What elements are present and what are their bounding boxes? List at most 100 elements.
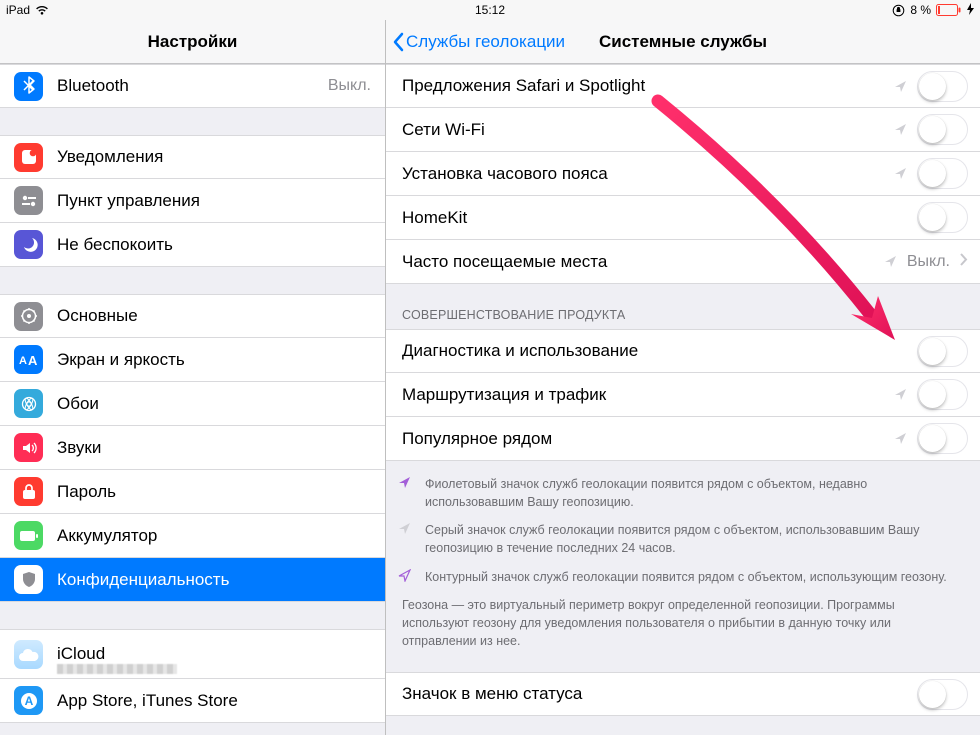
sidebar-item-label: Экран и яркость (57, 350, 371, 370)
settings-row[interactable]: Диагностика и использование (386, 329, 980, 373)
settings-row-label: Маршрутизация и трафик (402, 385, 894, 405)
passcode-icon (14, 477, 43, 506)
detail-scroll[interactable]: Предложения Safari и Spotlight Сети Wi-Fi… (386, 64, 980, 735)
settings-row[interactable]: Маршрутизация и трафик (386, 373, 980, 417)
location-arrow-icon (398, 569, 411, 586)
footer-bullet: Фиолетовый значок служб геолокации появи… (425, 475, 964, 511)
settings-row[interactable]: HomeKit (386, 196, 980, 240)
settings-row-label: Предложения Safari и Spotlight (402, 76, 894, 96)
sidebar-item-label: Bluetooth (57, 76, 320, 96)
settings-row-label: Установка часового пояса (402, 164, 894, 184)
settings-row-label: Сети Wi-Fi (402, 120, 894, 140)
footer-bullet: Серый значок служб геолокации появится р… (425, 521, 964, 557)
toggle-switch[interactable] (917, 423, 968, 454)
svg-text:A: A (24, 694, 33, 708)
sidebar-navbar: Настройки (0, 20, 385, 64)
status-bar: iPad 15:12 8 % (0, 0, 980, 20)
location-arrow-icon (398, 476, 411, 511)
general-icon (14, 302, 43, 331)
sidebar-item-label: App Store, iTunes Store (57, 691, 371, 711)
sidebar-item-label: Конфиденциальность (57, 570, 371, 590)
location-arrow-icon (894, 432, 907, 445)
sidebar-item-label: Уведомления (57, 147, 371, 167)
toggle-switch[interactable] (917, 202, 968, 233)
toggle-switch[interactable] (917, 158, 968, 189)
location-arrow-icon (398, 522, 411, 557)
settings-row[interactable]: Установка часового пояса (386, 152, 980, 196)
footer-text: Фиолетовый значок служб геолокации появи… (386, 461, 980, 650)
sidebar-item-label: Обои (57, 394, 371, 414)
appstore-icon: A (14, 686, 43, 715)
sidebar-item-label: Пункт управления (57, 191, 371, 211)
toggle-switch[interactable] (917, 336, 968, 367)
sidebar-item-appstore[interactable]: A App Store, iTunes Store (0, 679, 385, 723)
toggle-switch[interactable] (917, 679, 968, 710)
settings-row[interactable]: Популярное рядом (386, 417, 980, 461)
icloud-icon (14, 640, 43, 669)
sidebar-item-general[interactable]: Основные (0, 294, 385, 338)
display-icon: AA (14, 345, 43, 374)
control-center-icon (14, 186, 43, 215)
battery-percent: 8 % (910, 3, 931, 17)
sidebar-item-privacy[interactable]: Конфиденциальность (0, 558, 385, 602)
sidebar-item-display[interactable]: AA Экран и яркость (0, 338, 385, 382)
location-arrow-icon (894, 80, 907, 93)
orientation-lock-icon (892, 4, 905, 17)
notifications-icon (14, 143, 43, 172)
privacy-icon (14, 565, 43, 594)
sidebar-item-dnd[interactable]: Не беспокоить (0, 223, 385, 267)
back-label: Службы геолокации (406, 32, 565, 52)
sidebar-item-label: iCloud (57, 644, 371, 664)
sidebar-item-icloud[interactable]: iCloud (0, 629, 385, 679)
settings-row-label: Значок в меню статуса (402, 684, 917, 704)
sidebar-item-label: Не беспокоить (57, 235, 371, 255)
sounds-icon (14, 433, 43, 462)
sidebar-item-bluetooth[interactable]: BluetoothВыкл. (0, 64, 385, 108)
toggle-switch[interactable] (917, 114, 968, 145)
sidebar: Настройки BluetoothВыкл. Уведомления Пункт… (0, 20, 386, 735)
chevron-right-icon (960, 253, 968, 271)
svg-text:A: A (19, 355, 27, 367)
battery-icon (14, 521, 43, 550)
sidebar-title: Настройки (148, 32, 238, 52)
sidebar-item-battery[interactable]: Аккумулятор (0, 514, 385, 558)
sidebar-item-sounds[interactable]: Звуки (0, 426, 385, 470)
settings-row-label: Часто посещаемые места (402, 252, 884, 272)
location-arrow-icon (894, 388, 907, 401)
section-header-product-improvement: СОВЕРШЕНСТВОВАНИЕ ПРОДУКТА (386, 284, 980, 329)
location-arrow-icon (894, 167, 907, 180)
detail-navbar: Службы геолокации Системные службы (386, 20, 980, 64)
location-arrow-icon (894, 123, 907, 136)
settings-row-label: Диагностика и использование (402, 341, 917, 361)
settings-row[interactable]: Сети Wi-Fi (386, 108, 980, 152)
settings-row-value: Выкл. (907, 253, 950, 271)
settings-row-label: Популярное рядом (402, 429, 894, 449)
back-button[interactable]: Службы геолокации (392, 32, 565, 52)
sidebar-item-label: Пароль (57, 482, 371, 502)
detail-title: Системные службы (599, 32, 767, 52)
sidebar-item-label: Аккумулятор (57, 526, 371, 546)
svg-text:A: A (28, 353, 38, 367)
sidebar-item-control-center[interactable]: Пункт управления (0, 179, 385, 223)
battery-icon (936, 4, 962, 16)
sidebar-item-notifications[interactable]: Уведомления (0, 135, 385, 179)
toggle-switch[interactable] (917, 379, 968, 410)
bluetooth-icon (14, 72, 43, 101)
device-label: iPad (6, 3, 30, 17)
charging-icon (967, 3, 974, 18)
settings-row[interactable]: Значок в меню статуса (386, 672, 980, 716)
wallpaper-icon (14, 389, 43, 418)
wifi-icon (35, 5, 49, 16)
settings-row[interactable]: Часто посещаемые места Выкл. (386, 240, 980, 284)
dnd-icon (14, 230, 43, 259)
sidebar-item-label: Основные (57, 306, 371, 326)
sidebar-item-passcode[interactable]: Пароль (0, 470, 385, 514)
footer-bullet: Контурный значок служб геолокации появит… (425, 568, 947, 586)
toggle-switch[interactable] (917, 71, 968, 102)
location-arrow-icon (884, 255, 897, 268)
sidebar-scroll[interactable]: BluetoothВыкл. Уведомления Пункт управлени… (0, 64, 385, 735)
footer-paragraph: Геозона — это виртуальный периметр вокру… (402, 596, 964, 650)
settings-row[interactable]: Предложения Safari и Spotlight (386, 64, 980, 108)
icloud-account (57, 664, 177, 674)
sidebar-item-wallpaper[interactable]: Обои (0, 382, 385, 426)
